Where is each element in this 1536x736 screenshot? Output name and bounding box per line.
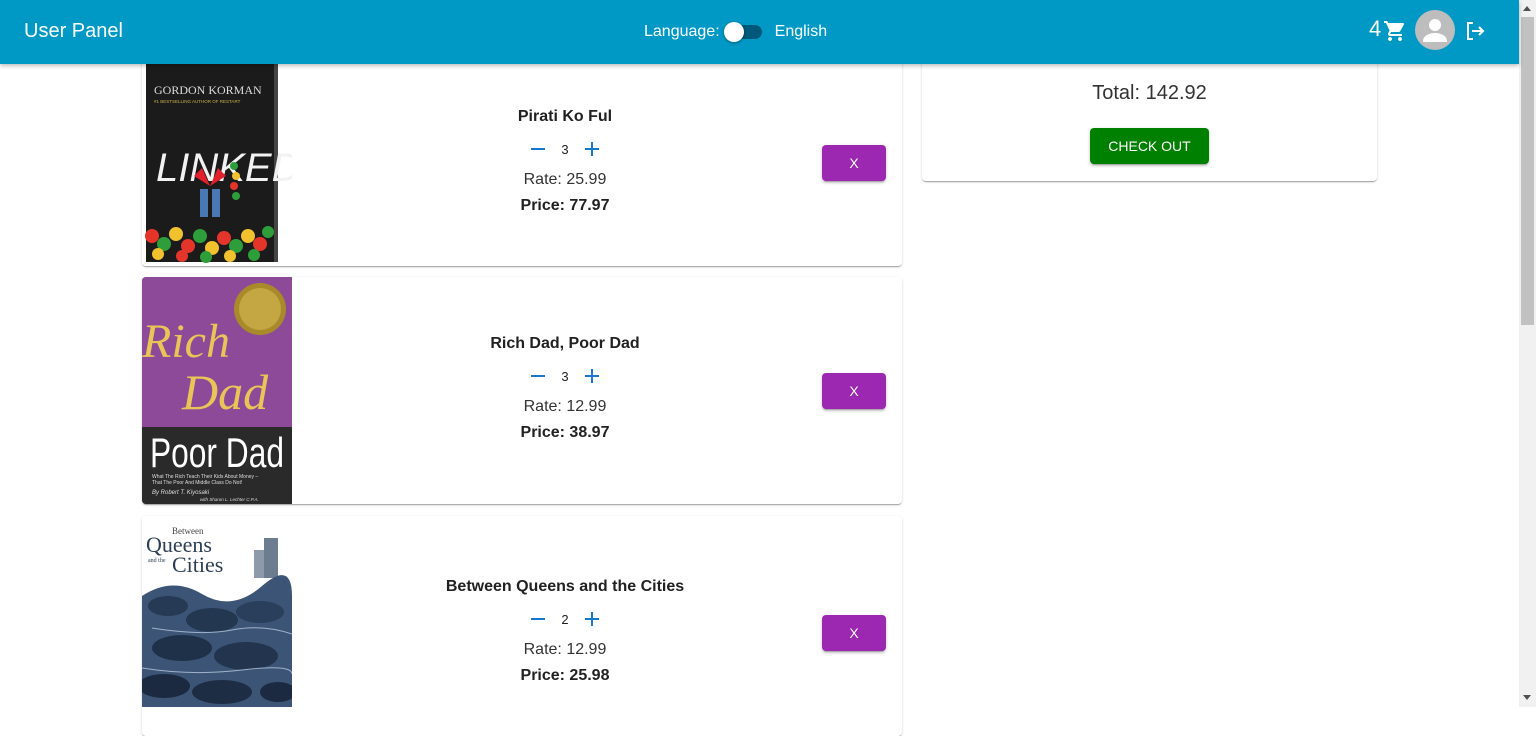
scroll-up-arrow-icon[interactable] [1523,6,1531,11]
language-value: English [774,23,828,40]
minus-icon [531,618,545,620]
item-title: Pirati Ko Ful [517,108,613,125]
item-title: Between Queens and the Cities [445,578,685,595]
cart-count-badge[interactable]: 4 [1369,16,1381,42]
quantity-value: 3 [561,141,569,157]
app-title: User Panel [24,20,123,42]
item-price: Price: 25.98 [520,667,610,684]
svg-text:with Sharon L. Lechter C.P.A.: with Sharon L. Lechter C.P.A. [200,497,259,502]
svg-text:By Robert T. Kiyosaki: By Robert T. Kiyosaki [152,490,210,496]
plus-icon [585,612,599,626]
item-rate: Rate: 25.99 [523,171,607,188]
svg-text:Rich: Rich [142,315,230,368]
app-bar: User Panel Language: English 4 [0,0,1519,64]
svg-text:Poor Dad: Poor Dad [150,429,284,476]
item-price: Price: 77.97 [520,197,610,214]
remove-item-button[interactable]: X [822,615,886,651]
avatar[interactable] [1415,10,1455,50]
book-cover-image: Rich Dad Poor Dad What The Rich Teach Th… [142,277,292,504]
logout-icon[interactable] [1463,19,1487,43]
language-toggle[interactable] [723,20,764,44]
remove-item-button[interactable]: X [822,145,886,181]
cart-item-card: Between Queens and the Cities Between Qu… [142,516,902,736]
item-rate: Rate: 12.99 [523,398,607,415]
quantity-stepper: 3 [482,135,648,163]
cart-total: Total: 142.92 [1092,82,1207,104]
decrease-quantity-button[interactable] [524,362,552,390]
plus-icon [585,369,599,383]
quantity-stepper: 2 [482,605,648,633]
cart-item-details: Rich Dad, Poor Dad 3 Rate: 12.99 Price: … [482,335,648,442]
svg-text:LINKED: LINKED [156,146,292,190]
item-rate: Rate: 12.99 [523,641,607,658]
svg-text:and the: and the [148,558,166,564]
svg-text:That The Poor And Middle Class: That The Poor And Middle Class Do Not! [152,480,242,486]
quantity-stepper: 3 [482,362,648,390]
language-switcher: Language: English [644,20,827,44]
cart-summary-card: Total: 142.92 CHECK OUT [922,56,1377,181]
increase-quantity-button[interactable] [578,605,606,633]
language-toggle-thumb[interactable] [723,22,744,42]
svg-text:Cities: Cities [172,552,223,577]
cart-item-details: Between Queens and the Cities 2 Rate: 12… [446,578,684,685]
language-label: Language: [644,23,720,40]
item-title: Rich Dad, Poor Dad [490,335,640,352]
decrease-quantity-button[interactable] [524,135,552,163]
book-cover-image: GORDON KORMAN #1 BESTSELLING AUTHOR OF R… [142,56,292,266]
page-scrollbar[interactable] [1519,0,1536,707]
quantity-value: 3 [561,368,569,384]
svg-text:Dad: Dad [181,364,269,420]
svg-text:GORDON KORMAN: GORDON KORMAN [154,83,262,97]
person-icon [1423,19,1447,42]
svg-text:#1 BESTSELLING AUTHOR OF RESTA: #1 BESTSELLING AUTHOR OF RESTART [154,99,241,104]
quantity-value: 2 [561,611,569,627]
item-price: Price: 38.97 [520,424,610,441]
book-cover-image: Between Queens and the Cities [142,516,292,707]
increase-quantity-button[interactable] [578,135,606,163]
decrease-quantity-button[interactable] [524,605,552,633]
scrollbar-thumb[interactable] [1521,17,1534,325]
remove-item-button[interactable]: X [822,373,886,409]
increase-quantity-button[interactable] [578,362,606,390]
checkout-button[interactable]: CHECK OUT [1090,128,1209,164]
cart-item-card: GORDON KORMAN #1 BESTSELLING AUTHOR OF R… [142,56,902,266]
cart-item-details: Pirati Ko Ful 3 Rate: 25.99 Price: 77.97 [482,108,648,215]
scroll-down-arrow-icon[interactable] [1523,695,1531,700]
cart-item-card: Rich Dad Poor Dad What The Rich Teach Th… [142,277,902,504]
shopping-cart-icon[interactable] [1383,19,1407,43]
plus-icon [585,142,599,156]
minus-icon [531,375,545,377]
minus-icon [531,148,545,150]
